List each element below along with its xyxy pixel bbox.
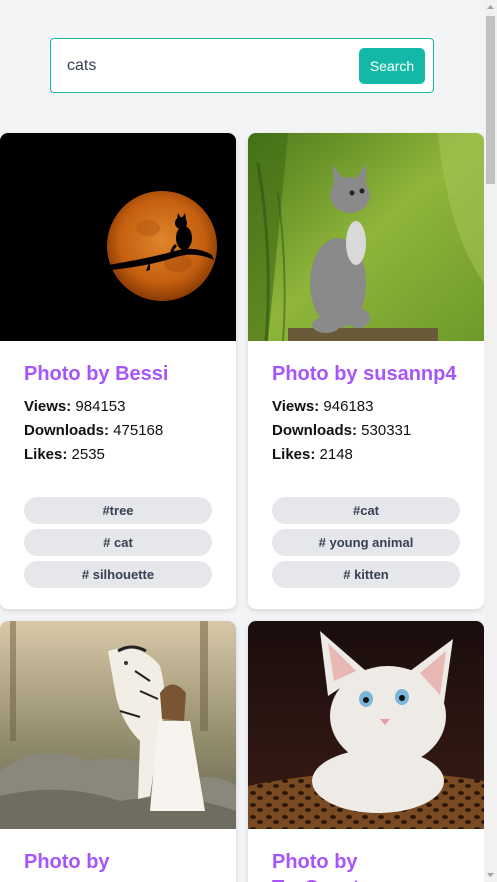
tag[interactable]: #cat bbox=[272, 497, 460, 524]
tag[interactable]: # young animal bbox=[272, 529, 460, 556]
downloads-stat: Downloads: 530331 bbox=[272, 422, 412, 439]
tag-list: #tree # cat # silhouette bbox=[24, 497, 212, 588]
photo-card[interactable]: Photo by Ty_Swartz bbox=[248, 621, 484, 882]
search-button[interactable]: Search bbox=[359, 47, 425, 84]
tag[interactable]: # cat bbox=[24, 529, 212, 556]
page: Search bbox=[0, 0, 484, 882]
photo-image[interactable] bbox=[248, 133, 484, 341]
photo-title: Photo by Bessi bbox=[24, 363, 169, 385]
photo-image[interactable] bbox=[0, 133, 236, 341]
photo-card[interactable]: Photo by Bessi Views: 984153 Downloads: … bbox=[0, 133, 236, 609]
tag[interactable]: # silhouette bbox=[24, 561, 212, 588]
scrollbar[interactable] bbox=[484, 0, 497, 882]
likes-stat: Likes: 2148 bbox=[272, 446, 353, 463]
photo-title: Photo by susannp4 bbox=[272, 363, 457, 385]
photo-image[interactable] bbox=[0, 621, 236, 829]
photo-image[interactable] bbox=[248, 621, 484, 829]
tag[interactable]: # kitten bbox=[272, 561, 460, 588]
photo-card[interactable]: Photo by bbox=[0, 621, 236, 882]
views-stat: Views: 946183 bbox=[272, 398, 374, 415]
likes-stat: Likes: 2535 bbox=[24, 446, 105, 463]
scroll-down-arrow-icon[interactable] bbox=[484, 868, 497, 882]
scroll-up-arrow-icon[interactable] bbox=[484, 0, 497, 14]
photo-card[interactable]: Photo by susannp4 Views: 946183 Download… bbox=[248, 133, 484, 609]
downloads-stat: Downloads: 475168 bbox=[24, 422, 164, 439]
views-stat: Views: 984153 bbox=[24, 398, 126, 415]
scrollbar-thumb[interactable] bbox=[486, 16, 495, 184]
photo-title: Photo by bbox=[24, 851, 110, 873]
tag-list: #cat # young animal # kitten bbox=[272, 497, 460, 588]
search-bar: Search bbox=[50, 38, 434, 93]
search-input[interactable] bbox=[51, 39, 359, 92]
photo-title: Photo by Ty_Swartz bbox=[272, 851, 369, 882]
tag[interactable]: #tree bbox=[24, 497, 212, 524]
